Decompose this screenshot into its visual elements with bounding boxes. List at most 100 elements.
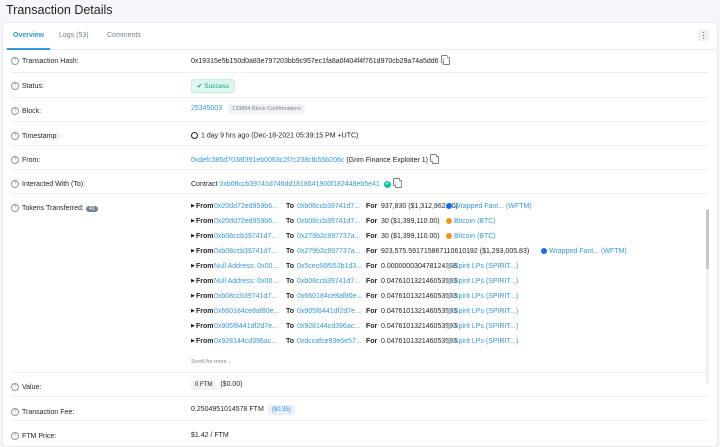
- tab-comments[interactable]: Comments: [107, 23, 141, 49]
- value-label: ? Value:: [11, 383, 41, 391]
- to-label: To: [286, 248, 295, 255]
- more-options-icon[interactable]: ⋮: [698, 30, 709, 41]
- token-link[interactable]: Spirit LPs (SPIRIT...): [454, 293, 518, 300]
- value-value: 0 FTM ($0.00): [191, 380, 243, 390]
- transfer-to-link[interactable]: 0x905f8441df2d7e...: [297, 304, 361, 319]
- copy-icon[interactable]: [394, 180, 402, 188]
- token-link[interactable]: Spirit LPs (SPIRIT...): [454, 263, 518, 270]
- wftm-token-icon: [541, 248, 547, 255]
- from-label: From: [196, 293, 214, 300]
- transfer-from-link[interactable]: 0xb08ccb39741d7...: [214, 244, 277, 259]
- transfer-from-link[interactable]: 0xb08ccb39741d7...: [214, 289, 277, 304]
- token-link[interactable]: Bitcoin (BTC): [454, 233, 496, 240]
- transfer-amount: 30 ($1,399,110.00): [381, 218, 440, 225]
- transfer-amount: 923,575.591715867110610192 ($1,293,005.8…: [381, 248, 530, 255]
- block-label: ? Block:: [11, 107, 41, 115]
- spirit-token-icon: [446, 278, 452, 285]
- spirit-token-icon: [446, 293, 452, 300]
- transfer-from-link[interactable]: 0x905f8441df2d7e...: [214, 319, 278, 334]
- token-info: Spirit LPs (SPIRIT...): [446, 259, 518, 274]
- tab-logs[interactable]: Logs (53): [59, 23, 89, 49]
- transfer-to-link[interactable]: 0x279b2c897737a...: [297, 229, 360, 244]
- for-label: For: [366, 263, 378, 270]
- transfer-from-link[interactable]: 0x20dd72ed959b6...: [214, 199, 278, 214]
- tx-hash-label: ? Transaction Hash:: [11, 57, 79, 65]
- arrow-right-icon: ▶: [191, 293, 195, 299]
- from-label: From: [196, 248, 214, 255]
- token-link[interactable]: Spirit LPs (SPIRIT...): [454, 308, 518, 315]
- transfer-from-link[interactable]: 0xb08ccb39741d7...: [214, 229, 277, 244]
- transfer-to-link[interactable]: 0xb08ccb39741d7...: [297, 199, 360, 214]
- transfer-from-link[interactable]: Null Address: 0x00...: [214, 259, 278, 274]
- arrow-right-icon: ▶: [191, 248, 195, 254]
- help-icon: ?: [11, 432, 19, 440]
- transfer-from-link[interactable]: 0x20dd72ed959b6...: [214, 214, 278, 229]
- contract-address-link[interactable]: 0xb08ccb39741d746dd1818641900f182448eb5e…: [219, 181, 379, 188]
- arrow-right-icon: ▶: [191, 308, 195, 314]
- transfer-to-link[interactable]: 0x5cec66f552b1d3...: [297, 259, 362, 274]
- from-label: From: [196, 218, 214, 225]
- to-label: To: [286, 278, 295, 285]
- help-icon: ?: [11, 383, 19, 391]
- arrow-right-icon: ▶: [191, 278, 195, 284]
- copy-icon[interactable]: [432, 156, 440, 164]
- arrow-right-icon: ▶: [191, 338, 195, 344]
- from-value: 0xdefc385d7038f391eb0063c2f7c238cfb55b20…: [191, 156, 440, 164]
- spirit-token-icon: [446, 263, 452, 270]
- tab-bar: Overview Logs (53) Comments ⋮: [3, 23, 717, 50]
- token-link[interactable]: Wrapped Fant... (WFTM): [454, 203, 532, 210]
- help-icon: ?: [11, 180, 19, 188]
- copy-icon[interactable]: [442, 57, 450, 65]
- token-list-scrollbar[interactable]: [706, 209, 709, 384]
- transfer-amount: 30 ($1,399,110.00): [381, 233, 440, 240]
- fee-usd-badge: ($0.35): [267, 405, 295, 415]
- from-address-link[interactable]: 0xdefc385d7038f391eb0063c2f7c238cfb55b20…: [191, 157, 344, 164]
- transfer-to-link[interactable]: 0x928144cd396ac...: [297, 319, 360, 334]
- token-link[interactable]: Bitcoin (BTC): [454, 218, 496, 225]
- btc-token-icon: [446, 218, 452, 225]
- token-info: Spirit LPs (SPIRIT...): [446, 304, 518, 319]
- transfer-to-link[interactable]: 0x660184ce8af80e...: [297, 289, 362, 304]
- token-link[interactable]: Wrapped Fant... (WFTM): [549, 248, 627, 255]
- help-icon: ?: [11, 82, 19, 90]
- scrollbar-thumb[interactable]: [706, 209, 709, 269]
- to-label: To: [286, 293, 295, 300]
- token-link[interactable]: Spirit LPs (SPIRIT...): [454, 278, 518, 285]
- verified-check-icon: ✔: [383, 180, 391, 188]
- for-label: For: [366, 218, 378, 225]
- transfer-to-link[interactable]: 0xb08ccb39741d7...: [297, 214, 360, 229]
- from-label: From: [196, 308, 214, 315]
- price-label: ? FTM Price:: [11, 432, 56, 440]
- transfer-to-link[interactable]: 0xb08ccb39741d7...: [297, 274, 360, 289]
- block-value: 25345003 133854 Block Confirmations: [191, 104, 305, 114]
- interacted-value: Contract 0xb08ccb39741d746dd1818641900f1…: [191, 180, 402, 188]
- arrow-right-icon: ▶: [191, 323, 195, 329]
- token-info: Spirit LPs (SPIRIT...): [446, 274, 518, 289]
- token-info: Spirit LPs (SPIRIT...): [446, 289, 518, 304]
- transfer-to-link[interactable]: 0x279b2c897737a...: [297, 244, 360, 259]
- from-label: From: [196, 203, 214, 210]
- transfer-to-link[interactable]: 0xdccafce93e6e57...: [297, 334, 362, 349]
- page-title: Transaction Details: [6, 3, 113, 17]
- token-link[interactable]: Spirit LPs (SPIRIT...): [454, 338, 518, 345]
- fee-value: 0.2504951014578 FTM ($0.35): [191, 405, 295, 415]
- tab-overview[interactable]: Overview: [6, 23, 51, 50]
- transfer-from-link[interactable]: Null Address: 0x00...: [214, 274, 278, 289]
- scroll-hint: Scroll for more ↓: [191, 359, 232, 365]
- success-check-icon: ✔: [197, 83, 203, 90]
- status-value: ✔ Success: [191, 79, 235, 93]
- status-label: ? Status:: [11, 82, 44, 90]
- spirit-token-icon: [446, 323, 452, 330]
- transfer-from-link[interactable]: 0x660184ce8af80e...: [214, 304, 279, 319]
- token-link[interactable]: Spirit LPs (SPIRIT...): [454, 323, 518, 330]
- to-label: To: [286, 218, 295, 225]
- token-info: Wrapped Fant... (WFTM): [446, 199, 532, 214]
- interacted-label: ? Interacted With (To):: [11, 180, 85, 188]
- status-badge: ✔ Success: [191, 79, 235, 93]
- for-label: For: [366, 233, 378, 240]
- help-icon: ?: [11, 156, 19, 164]
- transfer-from-link[interactable]: 0x928144cd396ac...: [214, 334, 277, 349]
- block-link[interactable]: 25345003: [191, 105, 222, 112]
- transaction-card: Overview Logs (53) Comments ⋮ ? Transacti…: [2, 22, 718, 447]
- spirit-token-icon: [446, 338, 452, 345]
